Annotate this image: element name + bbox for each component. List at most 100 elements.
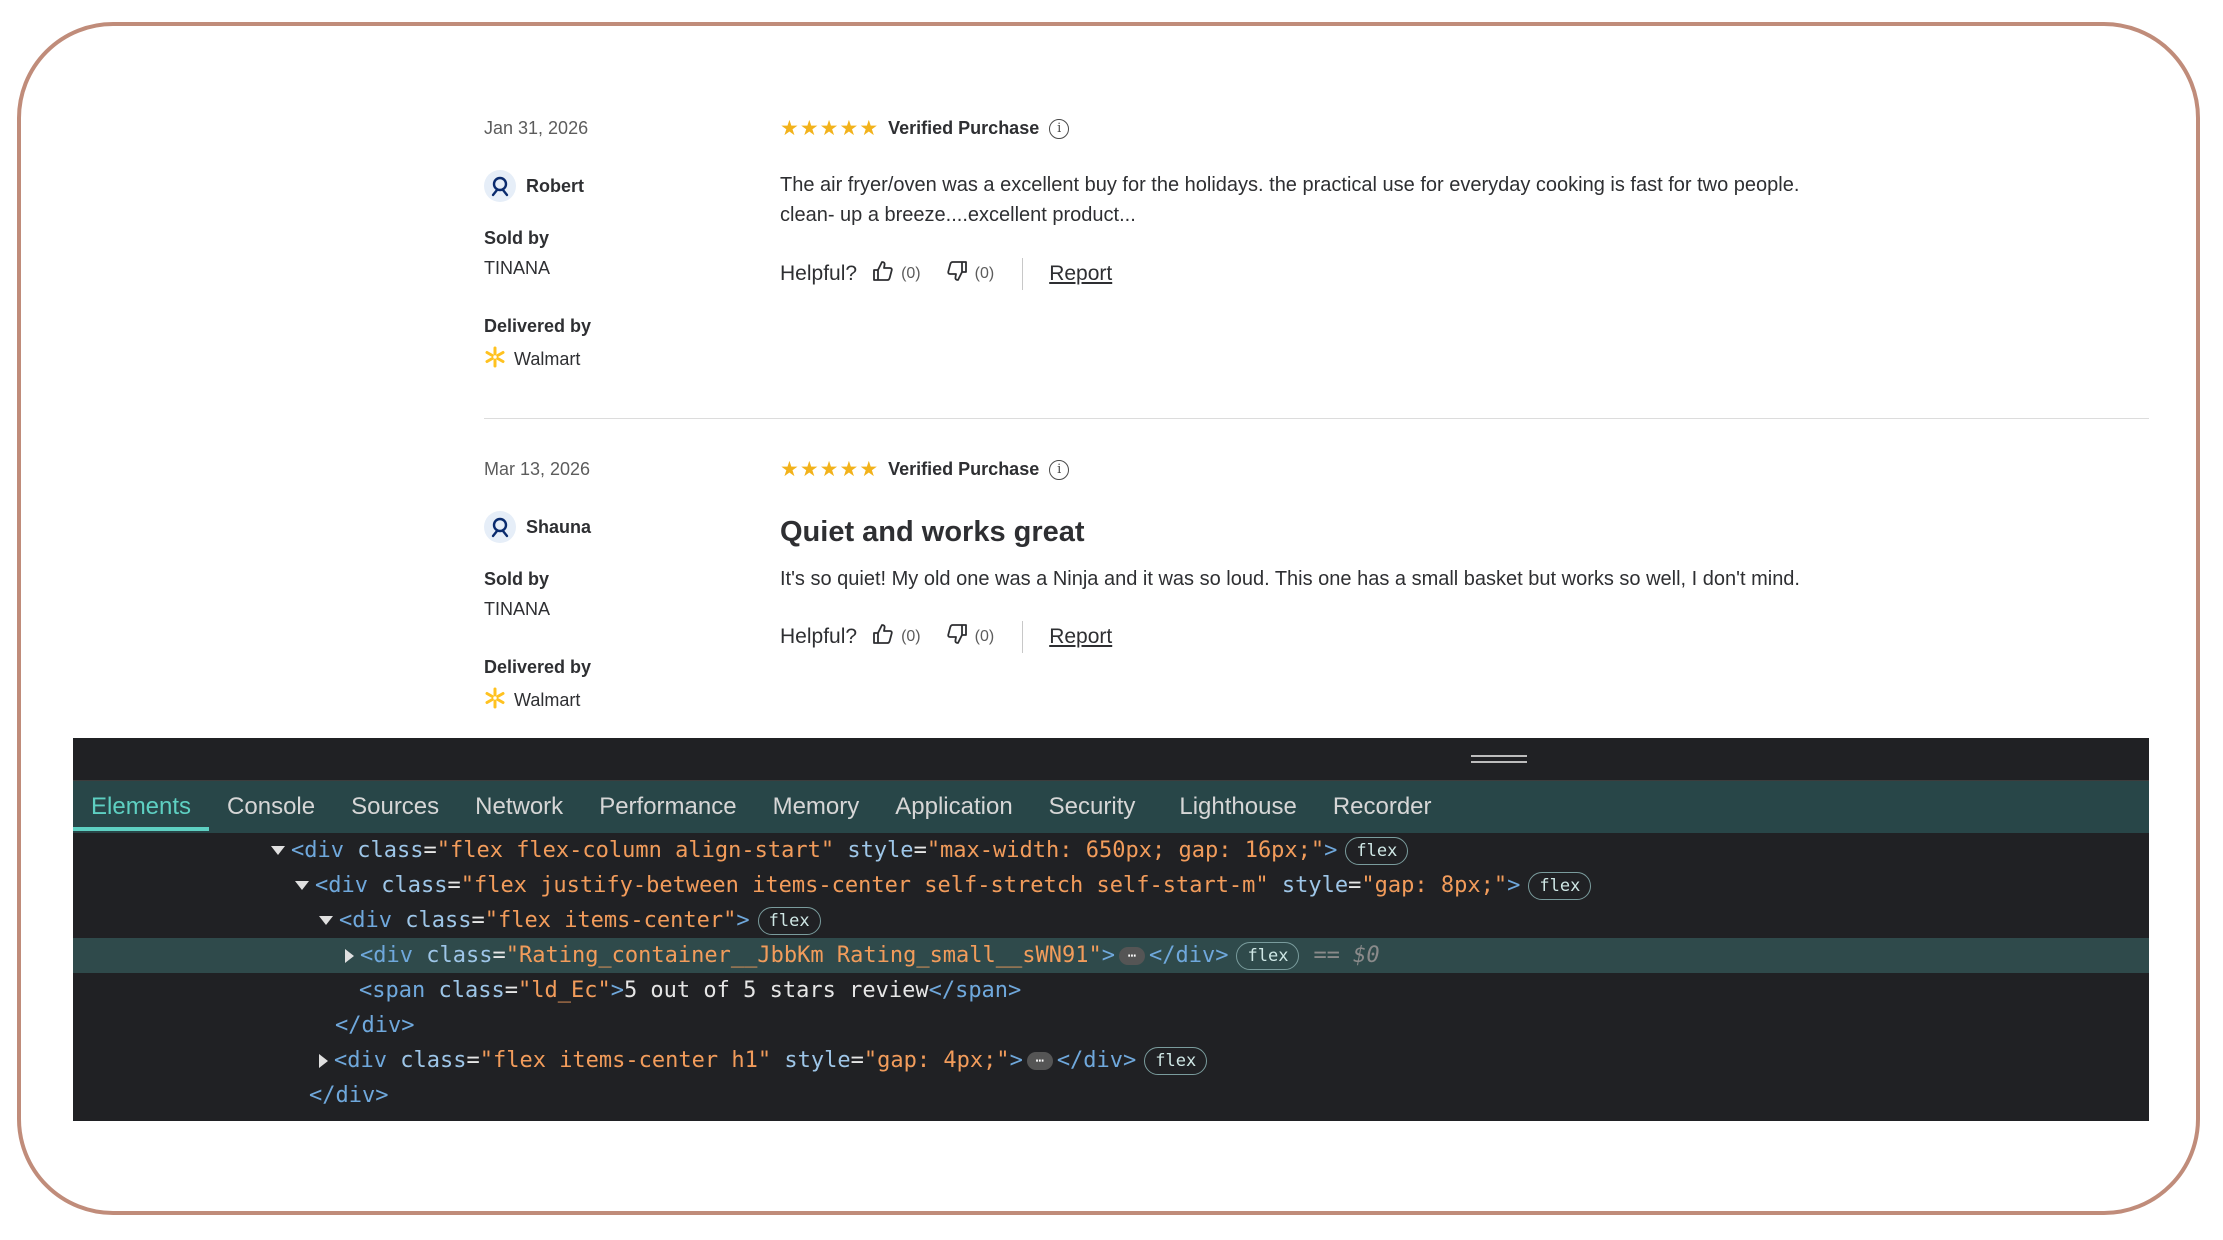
- helpful-label: Helpful?: [780, 625, 858, 648]
- expand-triangle-icon[interactable]: [345, 948, 354, 963]
- tab-console[interactable]: Console: [209, 781, 333, 833]
- star-icon: ★: [799, 117, 819, 140]
- upvote-button[interactable]: (0): [871, 622, 921, 652]
- tag-open: <div: [291, 838, 358, 863]
- rating-row: ★ ★ ★ ★ ★ Verified Purchase i: [780, 118, 1070, 139]
- user-icon: [484, 170, 516, 202]
- helpful-row: Helpful? (0) (0) Report: [780, 258, 1112, 290]
- flex-badge[interactable]: flex: [1345, 836, 1409, 865]
- attr-equals: =: [913, 838, 927, 863]
- reviewer-name: Robert: [526, 175, 584, 196]
- info-icon[interactable]: i: [1049, 459, 1070, 480]
- sold-by-label: Sold by: [484, 569, 550, 589]
- sold-by-label: Sold by: [484, 228, 550, 248]
- tab-elements[interactable]: Elements: [73, 781, 210, 833]
- reviewer: Shauna: [484, 511, 591, 543]
- walmart-spark-icon: [484, 687, 506, 714]
- dom-node[interactable]: <span class = "ld_Ec" >5 out of 5 stars rev…: [73, 973, 2149, 1008]
- helpful-label: Helpful?: [780, 262, 858, 285]
- downvote-button[interactable]: (0): [945, 259, 994, 289]
- devtools-resize-handle[interactable]: [73, 738, 2149, 781]
- attr-name: style: [771, 1048, 851, 1073]
- thumbs-up-icon: [871, 622, 895, 652]
- flex-badge[interactable]: flex: [757, 906, 821, 935]
- star-icon: ★: [859, 117, 879, 140]
- tag-end: </div>: [1056, 1048, 1137, 1073]
- delivered-by-value: Walmart: [514, 349, 581, 369]
- collapse-triangle-icon[interactable]: [271, 846, 285, 855]
- review-body-line: The air fryer/oven was a excellent buy f…: [780, 174, 1800, 196]
- elements-tree: <div class = "flex flex-column align-start…: [73, 833, 2149, 1113]
- dom-node-close[interactable]: </div>: [73, 1008, 2149, 1043]
- tab-performance[interactable]: Performance: [581, 781, 754, 833]
- flex-badge[interactable]: flex: [1144, 1046, 1208, 1075]
- review-divider: [484, 418, 2149, 419]
- dom-node-selected[interactable]: <div class = "Rating_container__JbbKm Rati…: [73, 938, 2149, 973]
- drag-grip-icon[interactable]: [1471, 755, 1527, 757]
- divider: [1022, 621, 1024, 653]
- tag-open: <div: [339, 908, 406, 933]
- attr-name: class: [357, 838, 424, 863]
- attr-name: style: [834, 838, 914, 863]
- tab-application[interactable]: Application: [877, 781, 1030, 833]
- report-link[interactable]: Report: [1049, 625, 1112, 649]
- attr-equals: =: [423, 838, 437, 863]
- tag-end: </div>: [335, 1013, 415, 1038]
- report-link[interactable]: Report: [1049, 262, 1112, 286]
- star-rating: ★ ★ ★ ★ ★: [780, 118, 878, 139]
- star-icon: ★: [839, 117, 859, 140]
- thumbs-down-icon: [945, 622, 969, 652]
- review-body: It's so quiet! My old one was a Ninja an…: [780, 564, 1880, 594]
- flex-badge[interactable]: flex: [1236, 941, 1300, 970]
- delivered-by-label: Delivered by: [484, 657, 592, 677]
- tab-recorder[interactable]: Recorder: [1315, 781, 1450, 833]
- ellipsis-icon[interactable]: ⋯: [1119, 946, 1145, 965]
- dom-node[interactable]: <div class = "flex flex-column align-start…: [73, 833, 2149, 868]
- expand-triangle-icon[interactable]: [319, 1053, 328, 1068]
- review-body-line: It's so quiet! My old one was a Ninja an…: [780, 568, 1800, 590]
- dom-node[interactable]: <div class = "flex items-center h1" style =…: [73, 1043, 2149, 1078]
- downvote-button[interactable]: (0): [945, 622, 994, 652]
- attr-name: class: [381, 873, 448, 898]
- review-body: The air fryer/oven was a excellent buy f…: [780, 170, 1880, 230]
- collapse-triangle-icon[interactable]: [295, 881, 309, 890]
- star-icon: ★: [819, 117, 839, 140]
- reviewer: Robert: [484, 170, 584, 202]
- helpful-row: Helpful? (0) (0) Report: [780, 621, 1112, 653]
- dom-node[interactable]: <div class = "flex justify-between items-c…: [73, 868, 2149, 903]
- attr-equals: =: [1348, 873, 1362, 898]
- dom-node-close[interactable]: </div>: [73, 1078, 2149, 1113]
- attr-value: "gap: 8px;": [1361, 873, 1508, 898]
- attr-name: class: [400, 1048, 467, 1073]
- info-icon[interactable]: i: [1049, 118, 1070, 139]
- tab-network[interactable]: Network: [457, 781, 581, 833]
- review-title: Quiet and works great: [780, 516, 1085, 548]
- ellipsis-icon[interactable]: ⋯: [1026, 1051, 1053, 1070]
- collapse-triangle-icon[interactable]: [319, 916, 333, 925]
- tab-memory[interactable]: Memory: [755, 781, 878, 833]
- user-icon: [484, 511, 516, 543]
- dom-node[interactable]: <div class = "flex items-center" > flex: [73, 903, 2149, 938]
- attr-equals: =: [447, 873, 461, 898]
- attr-value: "flex items-center h1": [479, 1048, 772, 1073]
- node-text: 5 out of 5 stars review: [623, 978, 929, 1003]
- devtools-panel: Elements Console Sources Network Perform…: [73, 738, 2149, 1121]
- tag-end: </div>: [309, 1083, 389, 1108]
- attr-name: class: [405, 908, 472, 933]
- attr-name: class: [426, 943, 493, 968]
- upvote-button[interactable]: (0): [871, 259, 921, 289]
- console-ref: == $0: [1313, 943, 1380, 968]
- attr-value: "flex justify-between items-center self-…: [460, 873, 1269, 898]
- delivered-by-label: Delivered by: [484, 316, 592, 336]
- upvote-count: (0): [901, 265, 921, 282]
- reviewer-name: Shauna: [526, 516, 592, 537]
- tab-security[interactable]: Security: [1031, 781, 1154, 833]
- tab-lighthouse[interactable]: Lighthouse: [1161, 781, 1314, 833]
- tab-sources[interactable]: Sources: [333, 781, 457, 833]
- tag-open: <div: [315, 873, 382, 898]
- attr-name: style: [1268, 873, 1349, 898]
- devtools-tabbar: Elements Console Sources Network Perform…: [73, 781, 2149, 833]
- review-date: Jan 31, 2026: [484, 118, 589, 138]
- flex-badge[interactable]: flex: [1528, 871, 1592, 900]
- tag-close: >: [1101, 943, 1115, 968]
